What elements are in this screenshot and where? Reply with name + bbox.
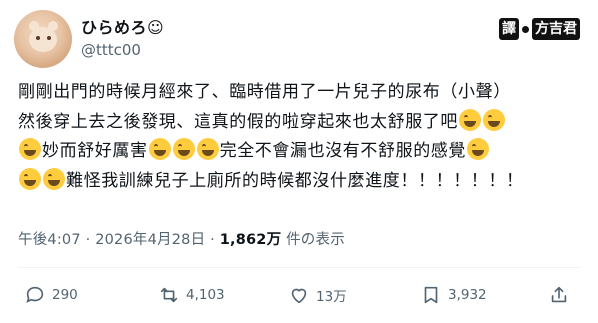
like-count: 13万 [316, 289, 347, 305]
brand-logo-mark: 譯 [499, 18, 519, 40]
joy-emoji-icon [19, 138, 41, 160]
joy-emoji-icon [43, 167, 65, 190]
joy-emoji-icon [483, 108, 505, 131]
repost-count: 4,103 [186, 287, 225, 303]
brand-logo-name: 方吉君 [532, 18, 580, 40]
joy-emoji-icon [196, 138, 219, 160]
like-button[interactable]: 13万 [288, 284, 347, 306]
tweet-text: 剛剛出門的時候月經來了、臨時借用了一片兒子的尿布（小聲） 然後穿上去之後發現、這… [18, 78, 586, 196]
joy-emoji-icon [172, 138, 195, 160]
display-name[interactable]: ひらめろ☺ [81, 14, 164, 38]
tweet-line-1: 剛剛出門的時候月經來了、臨時借用了一片兒子的尿布（小聲） [18, 82, 511, 102]
view-count: 1,862万 [219, 232, 282, 248]
tweet-meta: 午後4:07 · 2026年4月28日 · 1,862万 件の表示 [18, 232, 345, 248]
tweet-line-3: 妙而舒好厲害 完全不會漏也沒有不舒服的感覺 [18, 137, 586, 167]
repost-button[interactable]: 4,103 [158, 284, 225, 306]
tweet-time[interactable]: 午後4:07 [18, 232, 81, 248]
bookmark-count: 3,932 [448, 287, 487, 303]
reply-button[interactable]: 290 [24, 284, 78, 306]
views-label: 件の表示 [281, 232, 345, 248]
reply-count: 290 [52, 287, 78, 303]
user-handle[interactable]: @tttc00 [81, 41, 141, 59]
tweet-date[interactable]: 2026年4月28日 [95, 232, 205, 248]
joy-emoji-icon [459, 108, 481, 131]
repost-icon [160, 287, 178, 303]
divider [18, 267, 580, 268]
joy-emoji-icon [19, 167, 41, 190]
reply-icon [26, 286, 44, 303]
action-bar: 290 4,103 13万 3,932 [18, 284, 588, 308]
share-icon [551, 286, 567, 303]
brand-logo: 譯 方吉君 [499, 16, 580, 42]
tweet-line-4: 難怪我訓練兒子上廁所的時候都沒什麼進度！！！！！！！ [18, 167, 586, 197]
joy-emoji-icon [148, 138, 171, 160]
tweet-line-2: 然後穿上去之後發現、這真的假的啦穿起來也太舒服了吧 [18, 108, 586, 138]
avatar[interactable] [14, 10, 72, 68]
bookmark-button[interactable]: 3,932 [420, 284, 487, 306]
tweet-header: ひらめろ☺ @tttc00 譯 方吉君 [14, 10, 584, 70]
heart-icon [291, 288, 307, 304]
share-button[interactable] [548, 284, 570, 306]
joy-emoji-icon [467, 138, 490, 160]
bookmark-icon [424, 286, 438, 304]
